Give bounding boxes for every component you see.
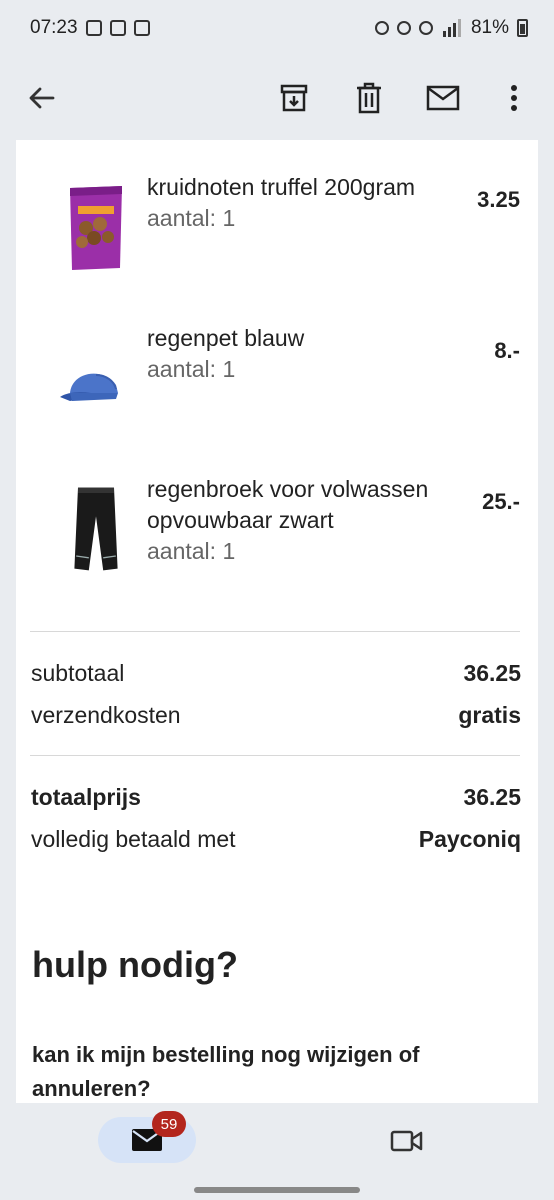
shipping-value: gratis — [458, 702, 521, 728]
alarm-icon — [374, 21, 389, 35]
bottom-navigation: 59 — [0, 1103, 554, 1200]
arrow-left-icon — [29, 87, 55, 109]
divider — [30, 755, 520, 756]
item-price: 8.- — [494, 338, 520, 363]
payment-row: volledig betaald met Payconiq — [31, 826, 521, 853]
item-name: regenpet blauw — [147, 325, 305, 351]
subtotal-value: 36.25 — [463, 660, 521, 686]
subtotal-row: subtotaal 36.25 — [31, 660, 521, 687]
notification-icon — [85, 20, 102, 36]
unread-count-badge: 59 — [152, 1111, 186, 1137]
mail-icon — [426, 85, 460, 111]
email-body: kruidnoten truffel 200gram aantal: 1 3.2… — [16, 140, 538, 1103]
archive-icon — [280, 84, 308, 112]
email-toolbar — [0, 56, 554, 140]
product-image-regenbroek — [74, 487, 118, 571]
total-label: totaalprijs — [31, 784, 141, 810]
item-quantity: aantal: 1 — [147, 356, 236, 382]
more-vert-icon — [511, 85, 517, 111]
product-image-regenpet — [60, 373, 118, 401]
item-price: 25.- — [482, 489, 520, 514]
divider — [30, 631, 520, 632]
home-indicator[interactable] — [194, 1187, 360, 1193]
trash-icon — [357, 82, 381, 114]
help-heading: hulp nodig? — [32, 944, 238, 985]
battery-icon — [517, 19, 528, 37]
bluetooth-icon — [396, 21, 411, 35]
item-price: 3.25 — [477, 187, 520, 212]
archive-button[interactable] — [268, 72, 320, 124]
help-question-link[interactable]: kan ik mijn bestelling nog wijzigen of a… — [32, 1038, 472, 1103]
mark-unread-button[interactable] — [417, 72, 469, 124]
subtotal-label: subtotaal — [31, 660, 125, 686]
battery-percent: 81% — [470, 17, 509, 38]
status-time: 07:23 — [30, 17, 78, 38]
shipping-row: verzendkosten gratis — [31, 702, 521, 729]
image-notification-icon — [133, 20, 150, 36]
shipping-label: verzendkosten — [31, 702, 181, 728]
nav-meet-button[interactable] — [384, 1121, 430, 1161]
total-row: totaalprijs 36.25 — [31, 784, 521, 811]
payment-label: volledig betaald met — [31, 826, 236, 852]
item-quantity: aantal: 1 — [147, 205, 236, 231]
delete-button[interactable] — [343, 72, 395, 124]
gmail-notification-icon — [109, 20, 126, 36]
item-quantity: aantal: 1 — [147, 538, 236, 564]
payment-value: Payconiq — [418, 826, 521, 852]
status-bar: 07:23 81% — [0, 0, 554, 56]
total-value: 36.25 — [463, 784, 521, 810]
mute-icon — [418, 21, 433, 35]
item-name: regenbroek voor volwassen opvouwbaar zwa… — [147, 476, 429, 533]
back-button[interactable] — [16, 72, 68, 124]
product-image-kruidnoten — [70, 186, 122, 270]
item-name: kruidnoten truffel 200gram — [147, 174, 416, 200]
more-options-button[interactable] — [488, 72, 540, 124]
signal-icon — [442, 19, 461, 37]
video-camera-icon — [390, 1130, 423, 1152]
